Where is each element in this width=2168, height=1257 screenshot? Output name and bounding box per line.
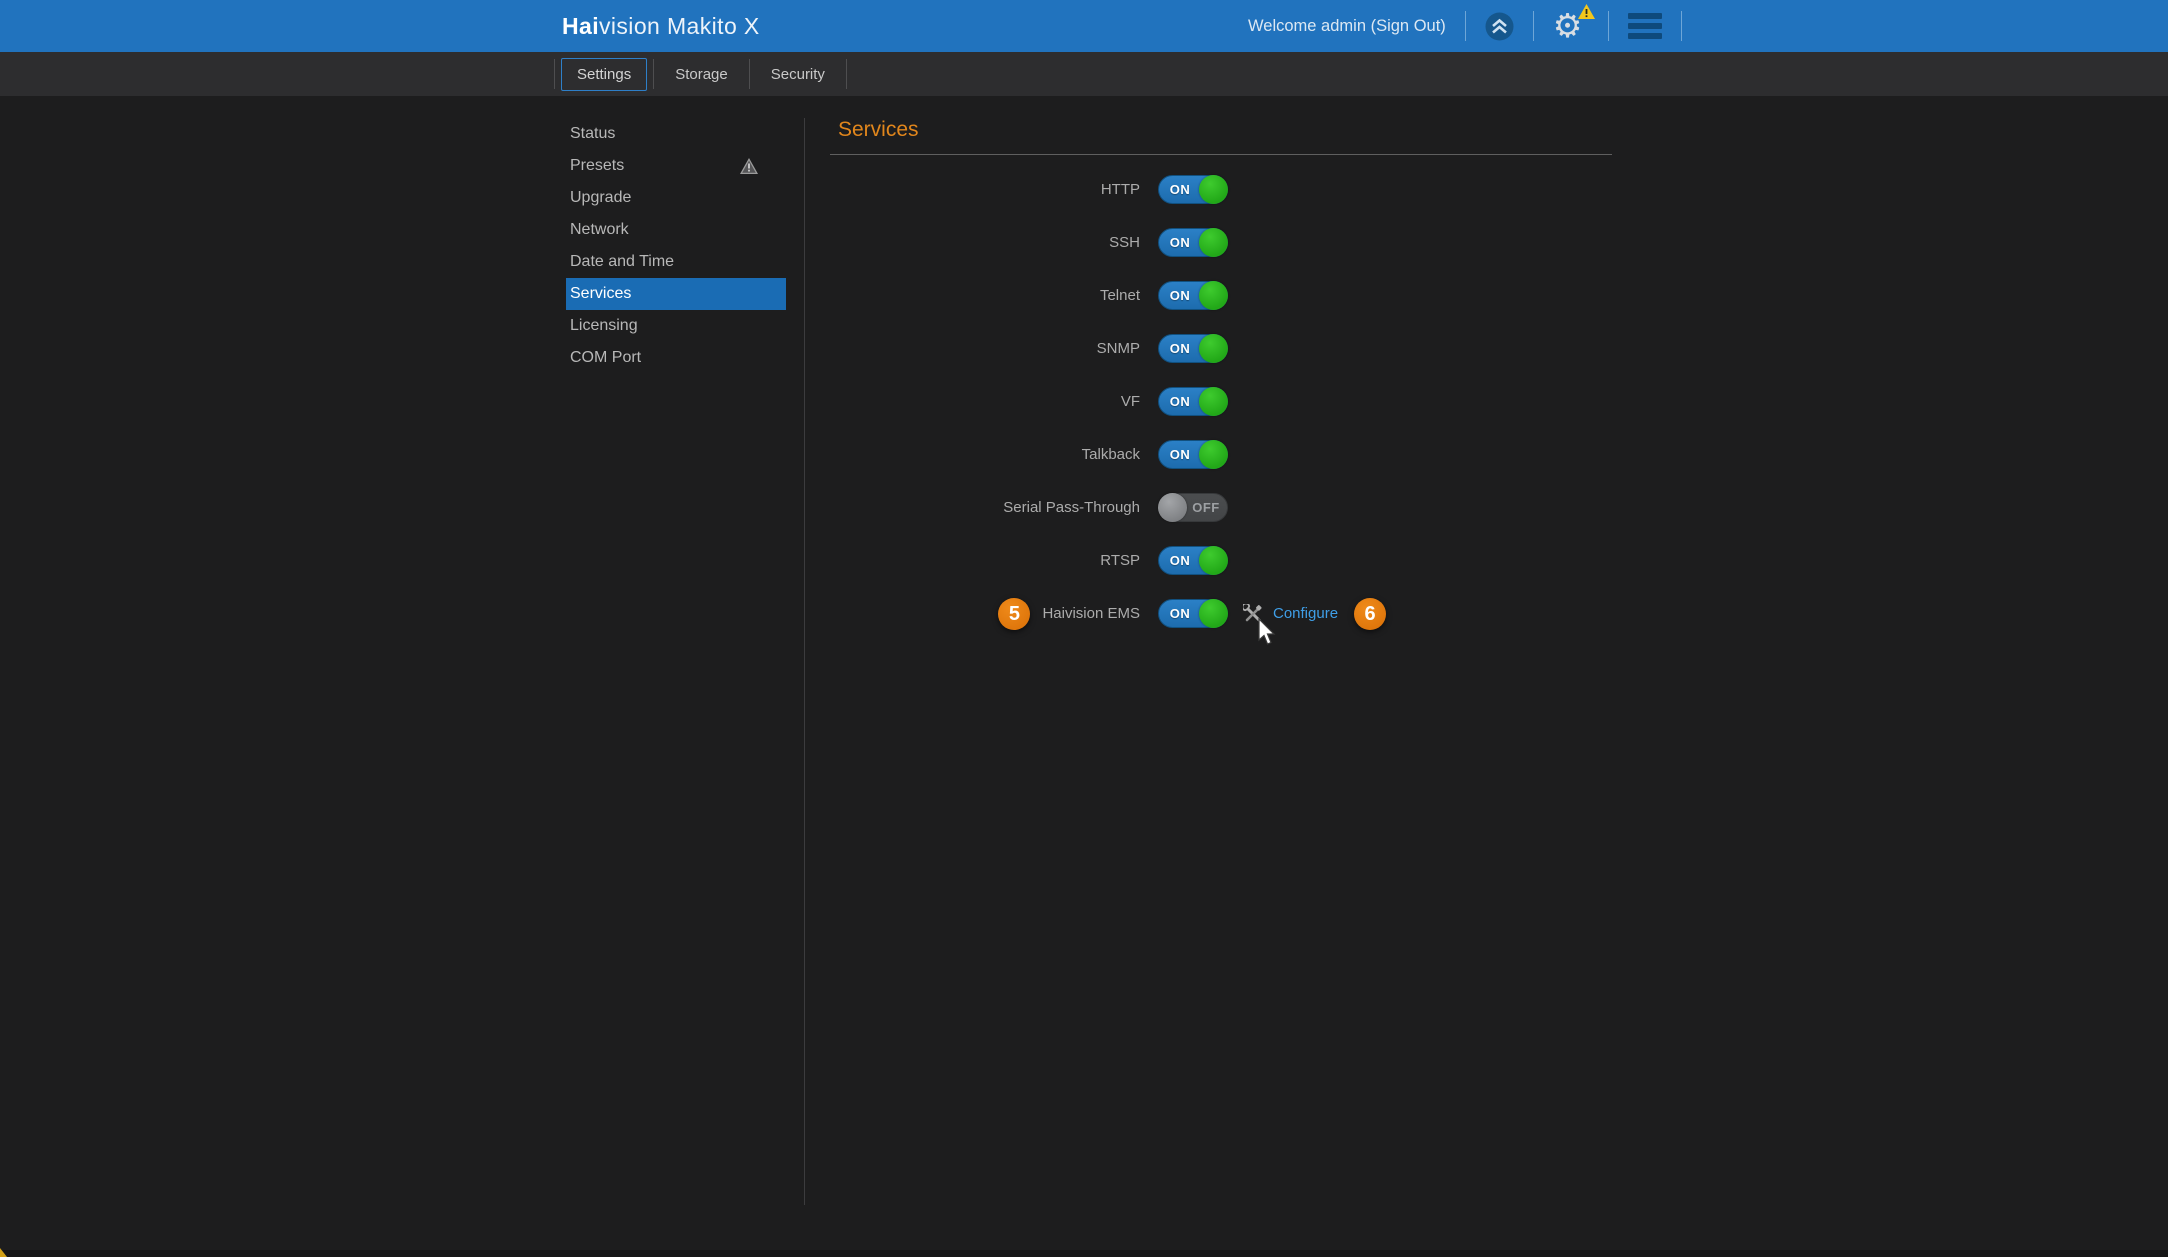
heading-rule (830, 154, 1612, 155)
service-rows: HTTP ON SSH ON Telnet ON SNMP ON VF ON T… (830, 163, 1612, 640)
toggle-knob (1199, 599, 1228, 628)
configure-link[interactable]: Configure (1273, 605, 1338, 622)
talkback-toggle[interactable]: ON (1158, 440, 1228, 469)
toggle-knob (1199, 228, 1228, 257)
service-row-telnet: Telnet ON (830, 269, 1612, 322)
service-label: Talkback (1082, 446, 1140, 463)
warning-badge-icon (1578, 4, 1595, 19)
service-label: SNMP (1097, 340, 1140, 357)
tab-storage[interactable]: Storage (660, 59, 743, 90)
sidebar-item-date-and-time[interactable]: Date and Time (566, 246, 786, 278)
toggle-knob (1199, 175, 1228, 204)
ems-extra-controls: Configure 6 (1243, 598, 1386, 630)
sidebar-item-label: COM Port (570, 349, 641, 367)
toggle-state-label: ON (1160, 335, 1200, 362)
sidebar-item-com-port[interactable]: COM Port (566, 342, 786, 374)
toggle-state-label: ON (1160, 600, 1200, 627)
bottom-edge (0, 1250, 2168, 1257)
sign-out-link[interactable]: (Sign Out) (1371, 17, 1446, 35)
service-row-ssh: SSH ON (830, 216, 1612, 269)
tab-settings[interactable]: Settings (561, 58, 647, 91)
header-divider (1465, 11, 1466, 41)
toggle-state-label: ON (1160, 388, 1200, 415)
sidebar-item-label: Services (570, 285, 631, 303)
rtsp-toggle[interactable]: ON (1158, 546, 1228, 575)
service-label: VF (1121, 393, 1140, 410)
toggle-knob (1158, 493, 1187, 522)
ssh-toggle[interactable]: ON (1158, 228, 1228, 257)
callout-badge-6: 6 (1354, 598, 1386, 630)
service-row-haivision-ems: 5 Haivision EMS ON Configure 6 (830, 587, 1612, 640)
sidebar-item-label: Date and Time (570, 253, 674, 271)
service-label: SSH (1109, 234, 1140, 251)
app-title-rest: vision Makito X (599, 13, 760, 39)
toggle-knob (1199, 546, 1228, 575)
toggle-state-label: ON (1160, 176, 1200, 203)
service-label: Serial Pass-Through (1003, 499, 1140, 516)
sidebar-item-upgrade[interactable]: Upgrade (566, 182, 786, 214)
toggle-state-label: OFF (1186, 494, 1226, 521)
header-divider (1681, 11, 1682, 41)
http-toggle[interactable]: ON (1158, 175, 1228, 204)
serial-pass-through-toggle[interactable]: OFF (1158, 493, 1228, 522)
service-label: RTSP (1100, 552, 1140, 569)
welcome-label: Welcome admin (1248, 17, 1366, 35)
service-row-rtsp: RTSP ON (830, 534, 1612, 587)
app-header: Haivision Makito X Welcome admin (Sign O… (0, 0, 2168, 52)
toggle-state-label: ON (1160, 282, 1200, 309)
hamburger-menu-icon[interactable] (1628, 13, 1662, 39)
service-label: Telnet (1100, 287, 1140, 304)
tab-divider (653, 59, 654, 89)
sidebar-divider (804, 118, 805, 1205)
header-divider (1608, 11, 1609, 41)
service-row-http: HTTP ON (830, 163, 1612, 216)
toggle-state-label: ON (1160, 229, 1200, 256)
header-divider (1533, 11, 1534, 41)
sidebar-item-label: Upgrade (570, 189, 631, 207)
header-right-group: Welcome admin (Sign Out) ⚙ (1248, 0, 1701, 52)
toggle-knob (1199, 281, 1228, 310)
sidebar-item-services[interactable]: Services (566, 278, 786, 310)
service-row-snmp: SNMP ON (830, 322, 1612, 375)
snmp-toggle[interactable]: ON (1158, 334, 1228, 363)
callout-badge-5: 5 (998, 598, 1030, 630)
service-row-talkback: Talkback ON (830, 428, 1612, 481)
tab-divider (749, 59, 750, 89)
vf-toggle[interactable]: ON (1158, 387, 1228, 416)
toggle-state-label: ON (1160, 547, 1200, 574)
service-row-serial-pass-through: Serial Pass-Through OFF (830, 481, 1612, 534)
settings-sidebar: Status Presets Upgrade Network Date and … (566, 118, 786, 374)
toggle-knob (1199, 440, 1228, 469)
presets-warning-icon (740, 158, 758, 174)
tab-security[interactable]: Security (756, 59, 840, 90)
telnet-toggle[interactable]: ON (1158, 281, 1228, 310)
haivision-ems-toggle[interactable]: ON (1158, 599, 1228, 628)
app-title-bold: Hai (562, 13, 599, 39)
toggle-state-label: ON (1160, 441, 1200, 468)
settings-gear-button[interactable]: ⚙ (1553, 6, 1589, 46)
page-title: Services (830, 118, 1612, 142)
services-panel: Services HTTP ON SSH ON Telnet ON SNMP O… (830, 118, 1612, 640)
service-row-vf: VF ON (830, 375, 1612, 428)
sidebar-item-network[interactable]: Network (566, 214, 786, 246)
toggle-knob (1199, 387, 1228, 416)
sidebar-item-presets[interactable]: Presets (566, 150, 786, 182)
sidebar-item-status[interactable]: Status (566, 118, 786, 150)
app-title: Haivision Makito X (562, 0, 760, 52)
sidebar-item-licensing[interactable]: Licensing (566, 310, 786, 342)
sidebar-item-label: Network (570, 221, 629, 239)
sidebar-item-label: Status (570, 125, 615, 143)
sidebar-item-label: Licensing (570, 317, 638, 335)
tab-divider (846, 59, 847, 89)
tools-icon (1243, 604, 1263, 624)
sidebar-item-label: Presets (570, 157, 624, 175)
welcome-text: Welcome admin (Sign Out) (1248, 17, 1446, 36)
toggle-knob (1199, 334, 1228, 363)
tab-bar: Settings Storage Security (0, 52, 2168, 96)
service-label: Haivision EMS (1042, 605, 1140, 622)
stream-status-icon[interactable] (1485, 12, 1514, 41)
tab-divider (554, 59, 555, 89)
service-label: HTTP (1101, 181, 1140, 198)
